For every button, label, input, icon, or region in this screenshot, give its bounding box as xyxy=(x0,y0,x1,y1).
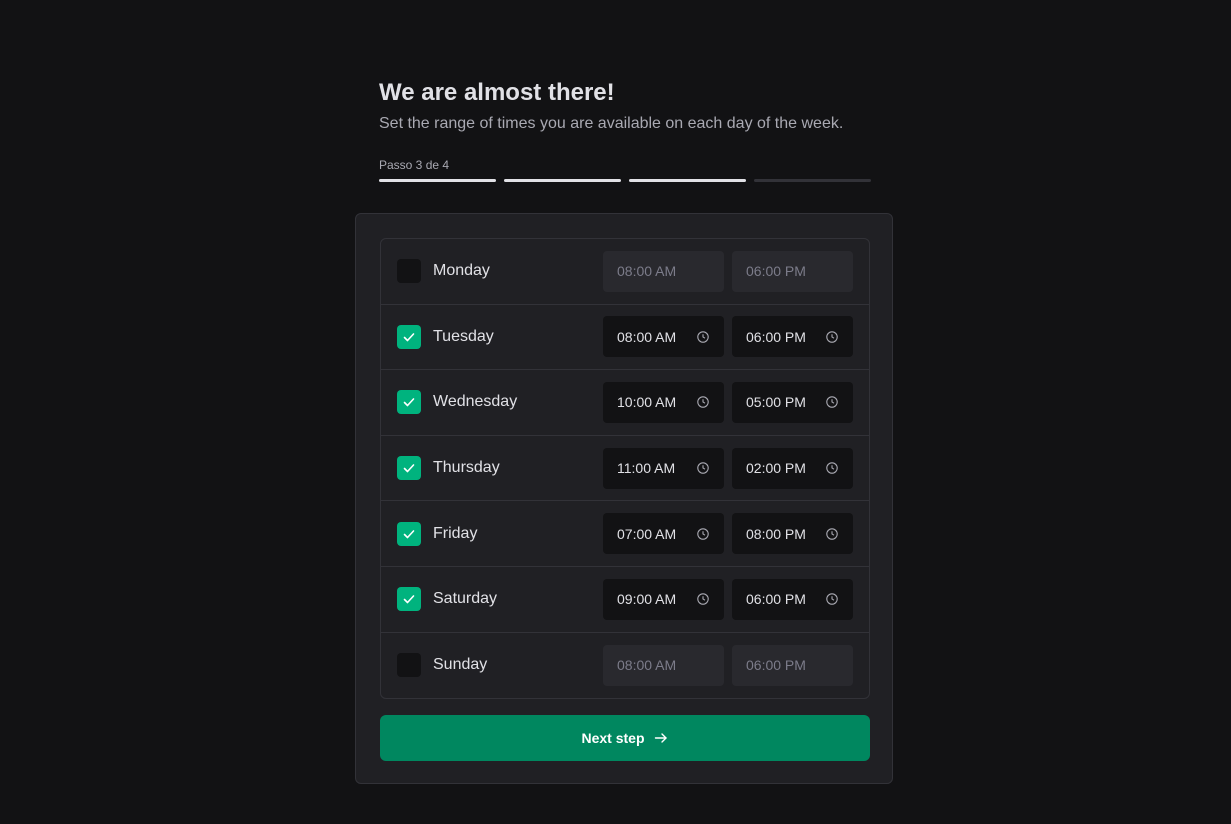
time-range: 10:00 AM 05:00 PM xyxy=(603,381,853,423)
check-icon xyxy=(401,460,417,476)
step-indicator xyxy=(629,179,746,182)
arrow-right-icon xyxy=(653,730,669,746)
check-icon xyxy=(401,591,417,607)
day-checkbox[interactable] xyxy=(397,259,421,284)
step-label: Passo 3 de 4 xyxy=(379,158,450,172)
next-step-label: Next step xyxy=(581,730,645,746)
clock-icon xyxy=(696,527,710,541)
days-list: Monday 08:00 AM 06:00 PM Tuesday 08:00 AM 06:… xyxy=(380,238,870,700)
start-time-value: 11:00 AM xyxy=(617,460,676,477)
next-step-button[interactable]: Next step xyxy=(380,715,870,761)
day-checkbox[interactable] xyxy=(397,390,421,415)
step-progress xyxy=(379,179,871,182)
end-time-input[interactable]: 06:00 PM xyxy=(732,316,853,358)
end-time-input[interactable]: 06:00 PM xyxy=(732,250,853,292)
clock-icon xyxy=(825,395,839,409)
end-time-input[interactable]: 05:00 PM xyxy=(732,381,853,423)
clock-icon xyxy=(825,461,839,475)
page-title: We are almost there! xyxy=(379,79,615,106)
start-time-input[interactable]: 10:00 AM xyxy=(603,381,724,423)
end-time-input[interactable]: 02:00 PM xyxy=(732,447,853,489)
start-time-input[interactable]: 11:00 AM xyxy=(603,447,724,489)
time-range: 08:00 AM 06:00 PM xyxy=(603,250,853,292)
start-time-input[interactable]: 08:00 AM xyxy=(603,644,724,686)
day-name: Friday xyxy=(433,524,478,542)
start-time-value: 08:00 AM xyxy=(617,328,677,345)
day-name: Saturday xyxy=(433,590,498,608)
end-time-input[interactable]: 06:00 PM xyxy=(732,644,853,686)
day-row-monday: Monday 08:00 AM 06:00 PM xyxy=(381,239,869,305)
end-time-value: 08:00 PM xyxy=(746,525,806,542)
day-name: Wednesday xyxy=(433,393,518,411)
day-row-wednesday: Wednesday 10:00 AM 05:00 PM xyxy=(381,370,869,436)
page-subtitle: Set the range of times you are available… xyxy=(379,115,844,132)
start-time-value: 07:00 AM xyxy=(617,525,677,542)
day-name: Tuesday xyxy=(433,327,494,345)
clock-icon xyxy=(825,527,839,541)
start-time-value: 10:00 AM xyxy=(617,394,677,411)
time-range: 08:00 AM 06:00 PM xyxy=(603,644,853,686)
start-time-input[interactable]: 08:00 AM xyxy=(603,250,724,292)
clock-icon xyxy=(696,592,710,606)
step-indicator xyxy=(504,179,621,182)
day-checkbox[interactable] xyxy=(397,324,421,349)
day-row-friday: Friday 07:00 AM 08:00 PM xyxy=(381,501,869,567)
end-time-value: 06:00 PM xyxy=(746,328,806,345)
time-range: 08:00 AM 06:00 PM xyxy=(603,316,853,358)
day-name: Sunday xyxy=(433,656,488,674)
start-time-value: 08:00 AM xyxy=(617,263,677,280)
time-range: 07:00 AM 08:00 PM xyxy=(603,513,853,555)
day-row-tuesday: Tuesday 08:00 AM 06:00 PM xyxy=(381,305,869,371)
start-time-input[interactable]: 08:00 AM xyxy=(603,316,724,358)
day-name: Monday xyxy=(433,262,490,280)
time-range: 09:00 AM 06:00 PM xyxy=(603,578,853,620)
step-indicator xyxy=(379,179,496,182)
clock-icon xyxy=(825,592,839,606)
availability-card: Monday 08:00 AM 06:00 PM Tuesday 08:00 AM 06:… xyxy=(355,213,893,784)
clock-icon xyxy=(825,330,839,344)
day-row-sunday: Sunday 08:00 AM 06:00 PM xyxy=(381,633,869,699)
day-checkbox[interactable] xyxy=(397,456,421,481)
day-checkbox[interactable] xyxy=(397,521,421,546)
check-icon xyxy=(401,394,417,410)
day-checkbox[interactable] xyxy=(397,587,421,612)
check-icon xyxy=(401,526,417,542)
clock-icon xyxy=(696,461,710,475)
end-time-value: 06:00 PM xyxy=(746,263,806,280)
header: We are almost there! Set the range of ti… xyxy=(379,78,871,182)
end-time-input[interactable]: 06:00 PM xyxy=(732,578,853,620)
day-row-saturday: Saturday 09:00 AM 06:00 PM xyxy=(381,567,869,633)
day-row-thursday: Thursday 11:00 AM 02:00 PM xyxy=(381,436,869,502)
clock-icon xyxy=(696,330,710,344)
day-checkbox[interactable] xyxy=(397,653,421,678)
end-time-input[interactable]: 08:00 PM xyxy=(732,513,853,555)
clock-icon xyxy=(696,395,710,409)
start-time-input[interactable]: 07:00 AM xyxy=(603,513,724,555)
start-time-value: 09:00 AM xyxy=(617,591,677,608)
end-time-value: 02:00 PM xyxy=(746,460,806,477)
end-time-value: 06:00 PM xyxy=(746,591,806,608)
start-time-value: 08:00 AM xyxy=(617,657,677,674)
day-name: Thursday xyxy=(433,459,500,477)
end-time-value: 05:00 PM xyxy=(746,394,806,411)
check-icon xyxy=(401,329,417,345)
step-indicator xyxy=(754,179,871,182)
start-time-input[interactable]: 09:00 AM xyxy=(603,578,724,620)
time-range: 11:00 AM 02:00 PM xyxy=(603,447,853,489)
end-time-value: 06:00 PM xyxy=(746,657,806,674)
